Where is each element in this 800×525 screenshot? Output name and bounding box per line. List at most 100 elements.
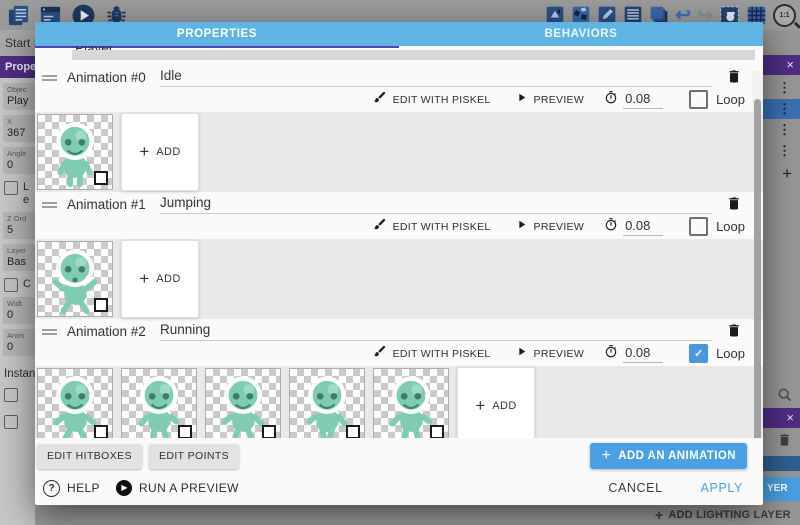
kebab-menu-icon[interactable]: ⋮ [778,80,791,96]
kebab-menu-icon[interactable]: ⋮ [778,101,791,117]
brush-icon[interactable] [373,90,387,109]
delete-animation-button[interactable] [726,68,742,86]
loop-label: Loop [716,346,745,361]
edit-with-piskel-button[interactable]: EDIT WITH PISKEL [393,94,491,106]
frame-select-checkbox[interactable] [262,425,276,438]
sprite-frame-thumbnail[interactable] [37,368,113,438]
drag-handle-icon[interactable] [42,327,57,337]
sprite-frame-thumbnail[interactable] [37,114,113,190]
play-icon[interactable] [515,345,528,363]
align-icon[interactable] [4,388,18,402]
edit-with-piskel-button[interactable]: EDIT WITH PISKEL [393,348,491,360]
add-frame-button[interactable]: +ADD [121,113,199,191]
loop-checkbox[interactable] [689,217,708,236]
close-icon[interactable]: × [786,57,794,73]
frame-select-checkbox[interactable] [94,425,108,438]
run-preview-label[interactable]: RUN A PREVIEW [139,481,239,495]
zoom-1-1-icon[interactable]: 1:1 [773,4,796,27]
property-field[interactable]: Widt0 [3,297,35,324]
add-layer-button[interactable]: YER [763,477,800,501]
property-label: Z Ord [7,214,35,223]
plus-icon: + [139,269,149,289]
kebab-menu-icon[interactable]: ⋮ [778,143,791,159]
frame-duration-input[interactable]: 0.08 [623,91,663,109]
loop-checkbox[interactable]: ✓ [689,344,708,363]
edit-points-button[interactable]: EDIT POINTS [149,444,239,469]
edit-with-piskel-button[interactable]: EDIT WITH PISKEL [393,221,491,233]
scene-papers-icon[interactable] [7,4,30,27]
frame-select-checkbox[interactable] [178,425,192,438]
close-icon[interactable]: × [786,410,794,426]
instances-section-label: Instan [4,368,35,380]
object-list-row[interactable]: ⋮ [763,120,800,140]
add-lighting-layer-button[interactable]: + ADD LIGHTING LAYER [655,507,800,523]
add-animation-button[interactable]: + ADD AN ANIMATION [590,443,747,469]
preview-button[interactable]: PREVIEW [534,348,585,360]
run-preview-icon[interactable]: ▶ [116,480,132,496]
search-icon[interactable] [777,387,793,408]
plus-icon: + [601,447,611,465]
layer-row[interactable] [763,456,800,471]
frame-select-checkbox[interactable] [346,425,360,438]
property-field[interactable]: Anim0 [3,329,35,356]
loop-checkbox[interactable] [689,90,708,109]
objects-panel-header: × [763,55,800,75]
checkbox[interactable] [4,181,18,195]
play-icon[interactable] [515,218,528,236]
checkbox[interactable] [4,278,18,292]
drag-handle-icon[interactable] [42,73,57,83]
object-list-row[interactable]: ⋮ [763,78,800,98]
loop-label: Loop [716,219,745,234]
delete-animation-button[interactable] [726,195,742,213]
frame-select-checkbox[interactable] [430,425,444,438]
property-value: Bas [7,256,35,268]
sprite-frame-thumbnail[interactable] [373,368,449,438]
sprite-frame-thumbnail[interactable] [37,241,113,317]
frame-select-checkbox[interactable] [94,171,108,185]
add-object-icon[interactable]: + [782,166,792,182]
property-field[interactable]: X367 [3,115,35,142]
tab-properties[interactable]: PROPERTIES [35,22,399,46]
brush-icon[interactable] [373,344,387,363]
animation-index-label: Animation #0 [67,70,160,85]
kebab-menu-icon[interactable]: ⋮ [778,122,791,138]
drag-handle-icon[interactable] [42,200,57,210]
property-field[interactable]: LayerBas [3,244,35,271]
property-field[interactable]: ObjecPlay [3,83,35,110]
property-value: 0 [7,309,35,321]
frame-duration-input[interactable]: 0.08 [623,218,663,236]
object-list-row[interactable]: ⋮ [763,99,800,119]
align-icon[interactable] [4,415,18,429]
delete-animation-button[interactable] [726,322,742,340]
loop-label: Loop [716,92,745,107]
frame-duration-input[interactable]: 0.08 [623,345,663,363]
tab-behaviors[interactable]: BEHAVIORS [399,22,763,46]
sprite-frame-thumbnail[interactable] [205,368,281,438]
property-field[interactable]: Angle0 [3,147,35,174]
plus-icon: + [475,396,485,416]
trash-icon[interactable] [777,432,792,453]
property-value: 0 [7,159,35,171]
play-icon[interactable] [515,91,528,109]
sprite-frame-thumbnail[interactable] [289,368,365,438]
add-frame-button[interactable]: +ADD [121,240,199,318]
animation-name-input[interactable]: Running [160,322,712,341]
apply-button[interactable]: APPLY [695,480,749,496]
preview-button[interactable]: PREVIEW [534,221,585,233]
frame-select-checkbox[interactable] [94,298,108,312]
animation-name-input[interactable]: Idle [160,68,712,87]
scene-tab[interactable]: Start S [0,30,40,56]
object-list-row[interactable]: ⋮ [763,141,800,161]
preview-button[interactable]: PREVIEW [534,94,585,106]
cancel-button[interactable]: CANCEL [602,480,668,496]
add-frame-button[interactable]: + ADD [457,367,535,438]
dialog-scrollbar-thumb[interactable] [754,99,761,438]
add-frame-label: ADD [492,400,516,412]
edit-hitboxes-button[interactable]: EDIT HITBOXES [37,444,142,469]
help-label[interactable]: HELP [67,481,100,495]
help-icon[interactable]: ? [43,480,60,497]
sprite-frame-thumbnail[interactable] [121,368,197,438]
property-field[interactable]: Z Ord5 [3,212,35,239]
brush-icon[interactable] [373,217,387,236]
animation-name-input[interactable]: Jumping [160,195,712,214]
